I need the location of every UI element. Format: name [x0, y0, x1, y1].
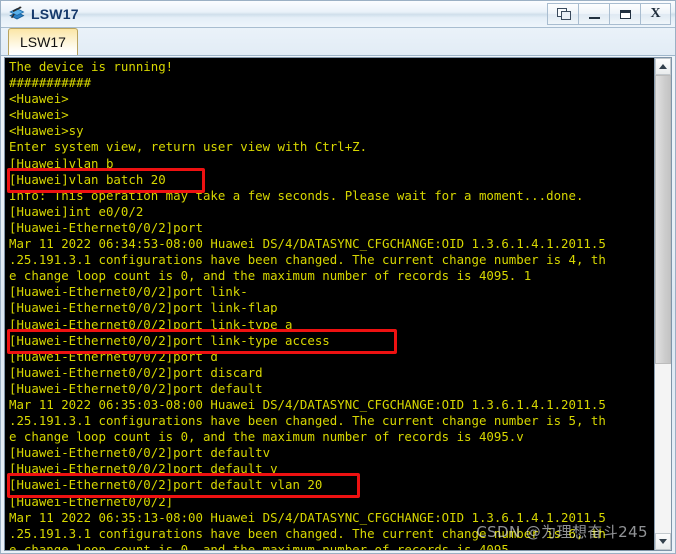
terminal-line: e change loop count is 0, and the maximu… — [9, 429, 524, 445]
terminal-scrollbar[interactable] — [654, 58, 671, 550]
terminal-line: [Huawei-Ethernet0/0/2] — [9, 493, 174, 509]
terminal-line: [Huawei-Ethernet0/0/2]port — [9, 219, 203, 235]
close-button[interactable]: X — [640, 3, 671, 25]
terminal-line: [Huawei-Ethernet0/0/2]port default vlan … — [9, 477, 323, 493]
terminal-line: [Huawei]int e0/0/2 — [9, 203, 144, 219]
restore-windows-button[interactable] — [547, 3, 578, 25]
terminal-line: Mar 11 2022 06:35:13-08:00 Huawei DS/4/D… — [9, 509, 606, 525]
title-bar: LSW17 X — [1, 1, 675, 28]
window-title: LSW17 — [31, 6, 79, 22]
scrollbar-down-button[interactable] — [655, 533, 671, 550]
terminal-console[interactable]: The device is running! ########### <Huawei… — [5, 58, 654, 550]
terminal-line: [Huawei-Ethernet0/0/2]port link-type a — [9, 316, 293, 332]
terminal-window: LSW17 X LSW17 The device is running! ###… — [0, 0, 676, 554]
terminal-line: [Huawei-Ethernet0/0/2]port discard — [9, 364, 263, 380]
maximize-button[interactable] — [609, 3, 640, 25]
terminal-line: Mar 11 2022 06:34:53-08:00 Huawei DS/4/D… — [9, 236, 606, 252]
terminal-line: <Huawei>sy — [9, 123, 84, 139]
terminal-line: Enter system view, return user view with… — [9, 139, 368, 155]
switch-icon — [8, 5, 26, 23]
terminal-line: e change loop count is 0, and the maximu… — [9, 541, 517, 550]
terminal-line: [Huawei]vlan b — [9, 155, 114, 171]
maximize-icon — [619, 9, 631, 19]
minimize-icon — [588, 16, 600, 19]
terminal-line: <Huawei> — [9, 91, 69, 107]
terminal-line: .25.191.3.1 configurations have been cha… — [9, 525, 606, 541]
tab-lsw17[interactable]: LSW17 — [8, 28, 78, 55]
chevron-down-icon — [659, 539, 667, 544]
terminal-line: Mar 11 2022 06:35:03-08:00 Huawei DS/4/D… — [9, 396, 606, 412]
terminal-line: [Huawei-Ethernet0/0/2]port link- — [9, 284, 248, 300]
terminal-line: [Huawei-Ethernet0/0/2]port defaultv — [9, 445, 271, 461]
terminal-line: [Huawei-Ethernet0/0/2]port default — [9, 380, 263, 396]
scrollbar-track[interactable] — [655, 75, 671, 533]
terminal-line: Info: This operation may take a few seco… — [9, 187, 584, 203]
terminal-line: e change loop count is 0, and the maximu… — [9, 268, 532, 284]
terminal-line: [Huawei-Ethernet0/0/2]port link-flap — [9, 300, 278, 316]
terminal-line: [Huawei-Ethernet0/0/2]port d — [9, 348, 218, 364]
tab-label: LSW17 — [20, 34, 66, 50]
terminal-line: <Huawei> — [9, 107, 69, 123]
terminal-line: .25.191.3.1 configurations have been cha… — [9, 413, 606, 429]
window-controls: X — [547, 3, 671, 25]
restore-icon — [556, 8, 571, 20]
terminal-line: [Huawei-Ethernet0/0/2]port default v — [9, 461, 278, 477]
terminal-line: ########### — [9, 75, 92, 91]
minimize-button[interactable] — [578, 3, 609, 25]
terminal-line: [Huawei]vlan batch 20 — [9, 171, 166, 187]
chevron-up-icon — [659, 64, 667, 69]
tab-strip: LSW17 — [1, 28, 675, 56]
terminal-line: The device is running! — [9, 59, 174, 74]
terminal-line: [Huawei-Ethernet0/0/2]port link-type acc… — [9, 332, 330, 348]
scrollbar-up-button[interactable] — [655, 58, 671, 75]
scrollbar-thumb[interactable] — [655, 75, 671, 364]
title-bar-left: LSW17 — [1, 5, 547, 23]
terminal-area: The device is running! ########### <Huawei… — [4, 57, 672, 551]
close-icon: X — [650, 6, 661, 21]
terminal-line: .25.191.3.1 configurations have been cha… — [9, 252, 606, 268]
